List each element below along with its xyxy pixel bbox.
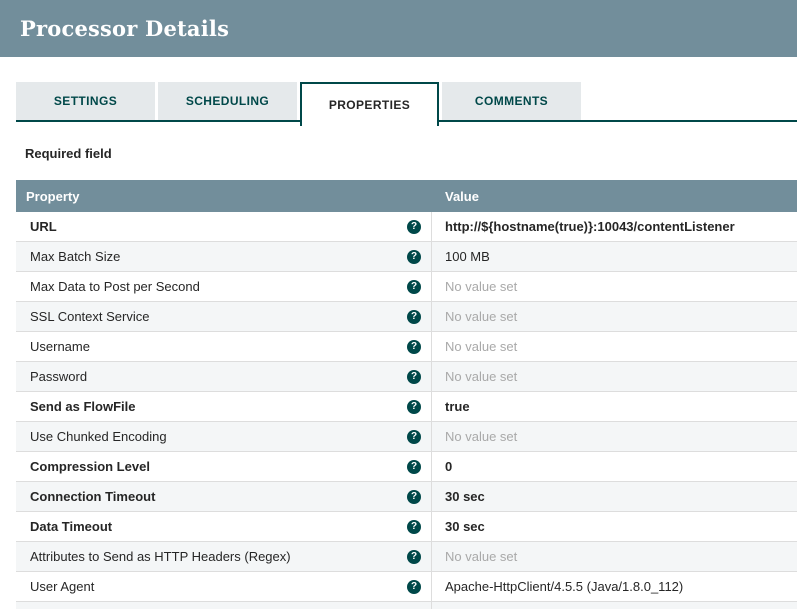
- property-name: Attributes to Send as HTTP Headers (Rege…: [30, 549, 291, 564]
- tab-properties[interactable]: PROPERTIES: [300, 82, 439, 126]
- help-icon[interactable]: ?: [407, 279, 421, 294]
- properties-table: Property Value URL? http://${hostname(tru…: [16, 180, 797, 609]
- dialog-title: Processor Details: [20, 16, 230, 41]
- help-icon[interactable]: ?: [407, 369, 421, 384]
- help-icon[interactable]: ?: [407, 429, 421, 444]
- partial-property-cell: [16, 602, 432, 609]
- property-value: No value set: [445, 429, 518, 444]
- property-row: Max Data to Post per Second? No value set: [16, 272, 797, 302]
- property-cell: Attributes to Send as HTTP Headers (Rege…: [16, 542, 432, 571]
- property-value: No value set: [445, 549, 518, 564]
- help-icon[interactable]: ?: [407, 399, 421, 414]
- value-cell: No value set: [432, 302, 797, 331]
- help-icon[interactable]: ?: [407, 459, 421, 474]
- value-cell: No value set: [432, 362, 797, 391]
- property-cell: Compression Level?: [16, 452, 432, 481]
- property-row: URL? http://${hostname(true)}:10043/conte…: [16, 212, 797, 242]
- property-cell: Password?: [16, 362, 432, 391]
- value-column-header: Value: [445, 188, 479, 204]
- value-cell: 0: [432, 452, 797, 481]
- property-value: 0: [445, 459, 453, 474]
- property-name: Use Chunked Encoding: [30, 429, 167, 444]
- property-row: Compression Level? 0: [16, 452, 797, 482]
- property-name: Max Batch Size: [30, 249, 121, 264]
- property-row: Send as FlowFile? true: [16, 392, 797, 422]
- property-name: SSL Context Service: [30, 309, 150, 324]
- property-column-header: Property: [26, 188, 80, 204]
- property-name: Max Data to Post per Second: [30, 279, 200, 294]
- help-icon[interactable]: ?: [407, 219, 421, 234]
- property-value: No value set: [445, 309, 518, 324]
- help-icon[interactable]: ?: [407, 249, 421, 264]
- property-name: Compression Level: [30, 459, 150, 474]
- property-name: Username: [30, 339, 90, 354]
- table-row-partial: [16, 602, 797, 609]
- required-field-note: Required field: [25, 146, 112, 161]
- property-cell: Max Data to Post per Second?: [16, 272, 432, 301]
- property-row: Attributes to Send as HTTP Headers (Rege…: [16, 542, 797, 572]
- property-row: Password? No value set: [16, 362, 797, 392]
- property-name: URL: [30, 219, 57, 234]
- property-value: 30 sec: [445, 519, 485, 534]
- value-cell: 30 sec: [432, 512, 797, 541]
- value-cell: No value set: [432, 542, 797, 571]
- property-value: No value set: [445, 279, 518, 294]
- property-row: Data Timeout? 30 sec: [16, 512, 797, 542]
- tab-comments[interactable]: COMMENTS: [442, 82, 581, 120]
- property-cell: Use Chunked Encoding?: [16, 422, 432, 451]
- help-icon[interactable]: ?: [407, 309, 421, 324]
- property-name: Data Timeout: [30, 519, 113, 534]
- property-cell: Connection Timeout?: [16, 482, 432, 511]
- property-row: Username? No value set: [16, 332, 797, 362]
- value-cell: true: [432, 392, 797, 421]
- help-icon[interactable]: ?: [407, 579, 421, 594]
- property-row: Connection Timeout? 30 sec: [16, 482, 797, 512]
- value-cell: 30 sec: [432, 482, 797, 511]
- property-value: Apache-HttpClient/4.5.5 (Java/1.8.0_112): [445, 579, 684, 594]
- value-cell: No value set: [432, 422, 797, 451]
- property-value: http://${hostname(true)}:10043/contentLi…: [445, 219, 735, 234]
- property-row: User Agent? Apache-HttpClient/4.5.5 (Java…: [16, 572, 797, 602]
- property-cell: User Agent?: [16, 572, 432, 601]
- property-value: 30 sec: [445, 489, 485, 504]
- help-icon[interactable]: ?: [407, 339, 421, 354]
- help-icon[interactable]: ?: [407, 549, 421, 564]
- help-icon[interactable]: ?: [407, 489, 421, 504]
- property-value: No value set: [445, 339, 518, 354]
- property-name: Send as FlowFile: [30, 399, 136, 414]
- property-cell: Data Timeout?: [16, 512, 432, 541]
- property-cell: Username?: [16, 332, 432, 361]
- property-cell: Max Batch Size?: [16, 242, 432, 271]
- value-cell: Apache-HttpClient/4.5.5 (Java/1.8.0_112): [432, 572, 797, 601]
- tab-bar: SETTINGS SCHEDULING PROPERTIES COMMENTS: [16, 82, 797, 126]
- property-cell: Send as FlowFile?: [16, 392, 432, 421]
- property-row: SSL Context Service? No value set: [16, 302, 797, 332]
- property-value: No value set: [445, 369, 518, 384]
- value-cell: http://${hostname(true)}:10043/contentLi…: [432, 212, 797, 241]
- property-value: 100 MB: [445, 249, 490, 264]
- tab-settings[interactable]: SETTINGS: [16, 82, 155, 120]
- property-name: Connection Timeout: [30, 489, 156, 504]
- property-cell: URL?: [16, 212, 432, 241]
- property-cell: SSL Context Service?: [16, 302, 432, 331]
- property-name: Password: [30, 369, 88, 384]
- table-header-row: Property Value: [16, 180, 797, 212]
- value-cell: No value set: [432, 332, 797, 361]
- dialog-header: Processor Details: [0, 0, 797, 57]
- property-row: Max Batch Size? 100 MB: [16, 242, 797, 272]
- table-body: URL? http://${hostname(true)}:10043/conte…: [16, 212, 797, 602]
- property-name: User Agent: [30, 579, 95, 594]
- tab-scheduling[interactable]: SCHEDULING: [158, 82, 297, 120]
- value-cell: No value set: [432, 272, 797, 301]
- property-row: Use Chunked Encoding? No value set: [16, 422, 797, 452]
- help-icon[interactable]: ?: [407, 519, 421, 534]
- property-value: true: [445, 399, 470, 414]
- value-cell: 100 MB: [432, 242, 797, 271]
